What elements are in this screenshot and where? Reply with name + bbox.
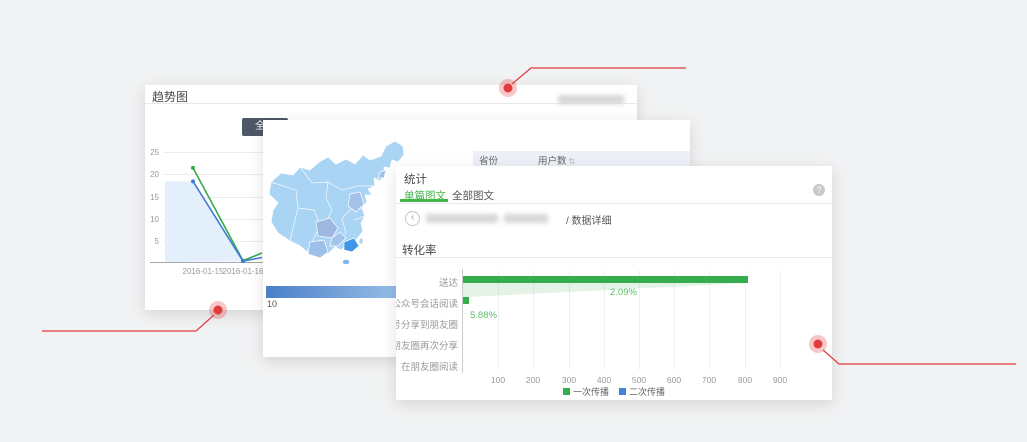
- trend-lines: [150, 145, 263, 270]
- legend-label: 二次传播: [629, 385, 665, 398]
- conversion-rate-label: 5.88%: [470, 310, 497, 321]
- x-tick-label: 200: [518, 375, 548, 385]
- legend-item: 一次传播: [563, 385, 609, 398]
- funnel-category-label: 送达: [439, 275, 458, 289]
- back-icon[interactable]: ‹: [405, 211, 420, 226]
- tab-all-articles[interactable]: 全部图文: [452, 188, 494, 203]
- v-gridline: [569, 270, 570, 370]
- funnel-category-label: 公众号会话阅读: [396, 296, 458, 310]
- tab-divider: [396, 203, 832, 204]
- active-tab-underline: [400, 199, 448, 202]
- table-column-users[interactable]: 用户数⇅: [538, 153, 575, 167]
- table-column-province: 省份: [479, 153, 498, 167]
- funnel-bar: [463, 276, 748, 283]
- funnel-category-label: 在朋友圈阅读: [401, 359, 458, 373]
- callout-line-right: [809, 335, 1016, 364]
- statistics-card: 统计 单篇图文全部图文 ? ‹ / 数据详细 转化率 送达公众号会话阅读从公众号…: [396, 166, 832, 400]
- v-gridline: [709, 270, 710, 370]
- blurred-account-text: [558, 95, 624, 104]
- x-tick-label: 800: [730, 375, 760, 385]
- funnel-bar: [463, 297, 469, 304]
- legend-label: 一次传播: [573, 385, 609, 398]
- chart-legend: 一次传播 二次传播: [396, 385, 832, 398]
- v-gridline: [533, 270, 534, 370]
- v-gridline: [604, 270, 605, 370]
- x-tick-label: 300: [554, 375, 584, 385]
- section-title-conversion: 转化率: [402, 242, 437, 258]
- x-tick-label: 700: [694, 375, 724, 385]
- x-tick-label: 900: [765, 375, 795, 385]
- v-gridline: [674, 270, 675, 370]
- map-scale-min-label: 10: [267, 299, 277, 309]
- x-tick-label: 500: [624, 375, 654, 385]
- v-gridline: [498, 270, 499, 370]
- x-tick-label: 100: [483, 375, 513, 385]
- x-tick-label: 400: [589, 375, 619, 385]
- china-map[interactable]: [262, 138, 412, 290]
- stats-card-title: 统计: [404, 171, 427, 187]
- funnel-category-label: 从公众号分享到朋友圈: [396, 317, 458, 331]
- conversion-rate-label: 2.09%: [610, 287, 637, 298]
- legend-swatch: [563, 388, 570, 395]
- y-axis-line: [462, 269, 463, 373]
- help-icon[interactable]: ?: [813, 184, 825, 196]
- v-gridline: [745, 270, 746, 370]
- province-hainan: [343, 260, 350, 265]
- v-gridline: [639, 270, 640, 370]
- section-divider: [396, 257, 832, 258]
- region-table-header: 省份 用户数⇅: [473, 151, 690, 167]
- blurred-article-title: [426, 214, 498, 223]
- legend-swatch: [619, 388, 626, 395]
- sort-icon[interactable]: ⇅: [569, 157, 576, 166]
- x-tick-label: 600: [659, 375, 689, 385]
- funnel-category-label: 在朋友圈再次分享: [396, 338, 458, 352]
- v-gridline: [780, 270, 781, 370]
- blurred-article-title-2: [504, 214, 548, 223]
- page: 趋势图 全部 2520151052016-01-152016-01-16 省份用…: [0, 0, 1027, 442]
- breadcrumb: / 数据详细: [566, 212, 612, 227]
- province-taiwan: [359, 238, 363, 244]
- legend-item: 二次传播: [619, 385, 665, 398]
